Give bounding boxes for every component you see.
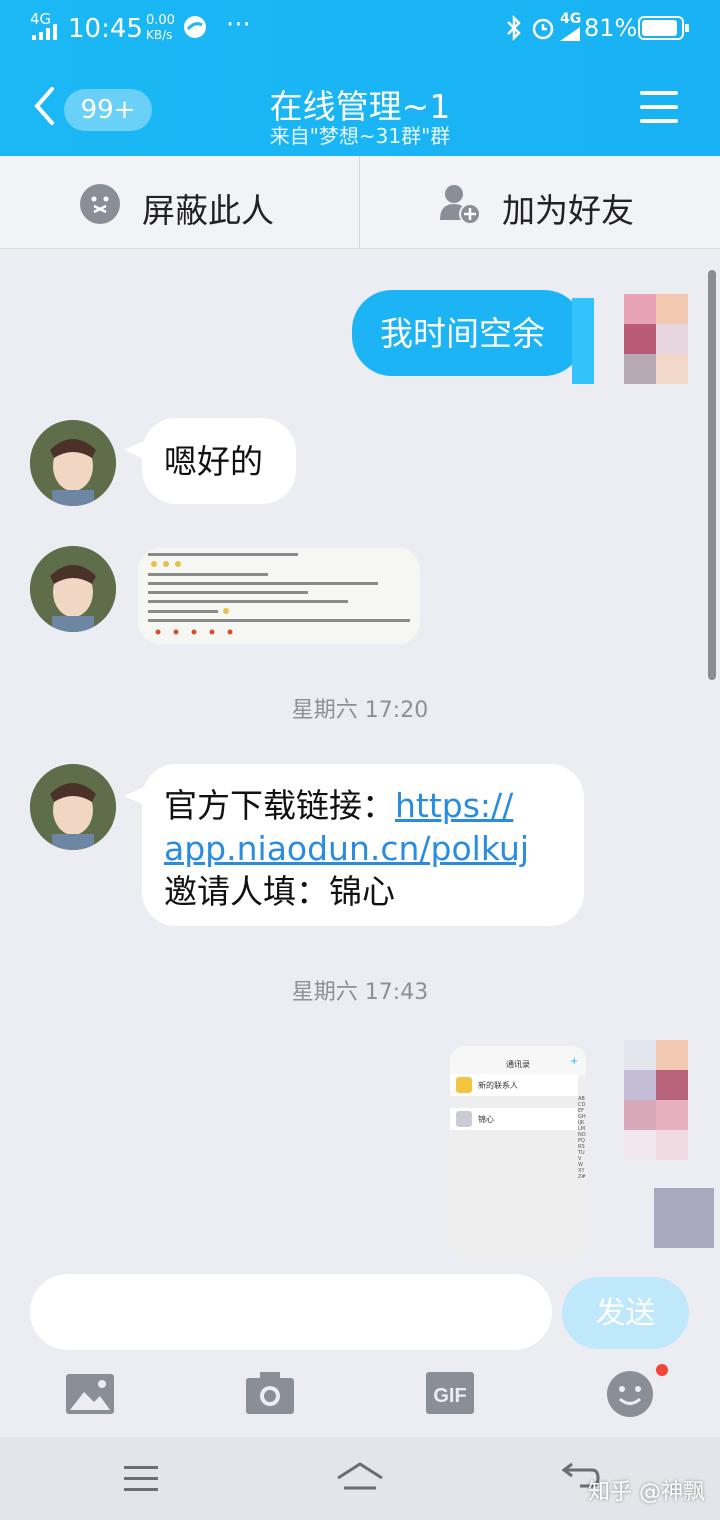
message-line: app.niaodun.cn/polkuj: [164, 827, 529, 870]
message-timestamp: 星期六 17:43: [291, 980, 429, 1005]
mobile-data-type: 4G: [560, 11, 582, 27]
menu-icon[interactable]: [640, 91, 678, 123]
outgoing-message-bubble[interactable]: 我时间空余: [352, 290, 584, 376]
clock: 10:45: [68, 14, 143, 44]
bubble-tail: [124, 440, 146, 460]
message-text: 官方下载链接：: [164, 786, 395, 825]
add-friend-button[interactable]: 加为好友: [502, 184, 634, 232]
bluetooth-icon: [507, 14, 521, 42]
add-friend-icon: [440, 185, 481, 225]
image-contact-icon: [456, 1077, 472, 1093]
signal-icon: [32, 24, 57, 40]
self-avatar-pixelated[interactable]: [624, 294, 688, 384]
incoming-message-bubble[interactable]: 官方下载链接：https:// app.niaodun.cn/polkuj 邀请…: [142, 764, 584, 926]
bubble-tail: [124, 786, 146, 806]
sender-avatar[interactable]: [30, 546, 116, 632]
camera-icon[interactable]: [246, 1372, 294, 1414]
net-speed-unit: KB/s: [146, 28, 173, 42]
self-avatar-pixelated[interactable]: [624, 1040, 688, 1160]
net-speed: 0.00: [146, 13, 175, 28]
app-notification-icon: [184, 16, 206, 38]
image-alphabet-index: ABCDEFGHIJKLMNOPQRSTUVWXYZ#: [578, 1096, 586, 1180]
block-icon: [80, 184, 120, 224]
outgoing-image-message[interactable]: 通讯录 + 新的联系人 锦心 ABCDEFGHIJKLMNOPQRSTUVWXY…: [450, 1046, 586, 1258]
mobile-signal-icon: [560, 27, 580, 41]
sender-avatar[interactable]: [30, 420, 116, 506]
pixelated-block: [654, 1188, 714, 1248]
sender-avatar[interactable]: [30, 764, 116, 850]
more-notifications-icon: ···: [226, 10, 251, 40]
image-title: 通讯录: [506, 1060, 530, 1069]
action-divider: [359, 156, 360, 248]
watermark: 知乎 @神飘: [588, 1480, 705, 1505]
alarm-icon: [532, 18, 554, 40]
block-user-button[interactable]: 屏蔽此人: [142, 184, 274, 232]
battery-percent: 81%: [584, 14, 638, 42]
bubble-tail-decoration: [572, 298, 594, 384]
message-timestamp: 星期六 17:20: [291, 698, 429, 723]
download-link[interactable]: https://: [395, 786, 513, 825]
message-text: 我时间空余: [380, 314, 545, 353]
message-text: 嗯好的: [164, 442, 263, 481]
image-row-text: 新的联系人: [478, 1081, 518, 1090]
gif-icon[interactable]: GIF: [426, 1372, 474, 1414]
chat-subtitle: 来自"梦想~31群"群: [269, 124, 451, 148]
message-input[interactable]: [30, 1274, 552, 1350]
recent-apps-icon[interactable]: [124, 1466, 158, 1492]
send-button[interactable]: 发送: [562, 1277, 689, 1349]
chat-header: 4G 10:45 0.00 KB/s ··· 4G 81% 99+ 在线管理~1…: [0, 0, 720, 156]
chat-scrollbar[interactable]: [708, 270, 716, 680]
image-picker-icon[interactable]: [66, 1374, 114, 1414]
message-line: 官方下载链接：https://: [164, 784, 513, 827]
blurry-text-image: [148, 553, 410, 635]
message-text: 邀请人填：锦心: [164, 872, 395, 911]
incoming-message-bubble[interactable]: 嗯好的: [142, 418, 296, 504]
image-avatar-icon: [456, 1111, 472, 1127]
home-icon[interactable]: [336, 1460, 384, 1492]
image-row-text: 锦心: [478, 1115, 494, 1124]
download-link[interactable]: app.niaodun.cn/polkuj: [164, 829, 529, 868]
svg-text:GIF: GIF: [433, 1385, 466, 1407]
emoji-icon[interactable]: [606, 1370, 654, 1418]
image-plus: +: [570, 1056, 579, 1067]
battery-icon: [638, 16, 689, 40]
emoji-notification-dot: [656, 1364, 668, 1376]
image-message-thumbnail[interactable]: [138, 548, 420, 644]
